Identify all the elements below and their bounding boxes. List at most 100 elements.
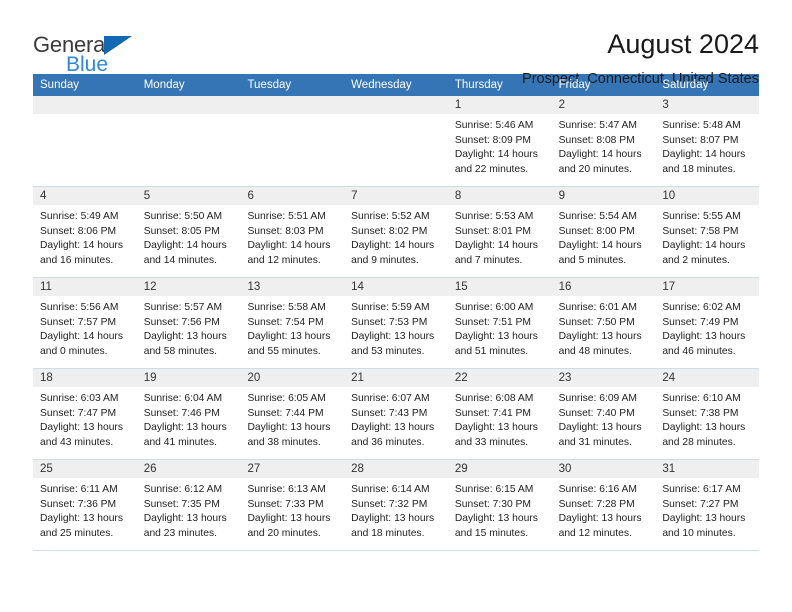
day-number: 30	[551, 460, 656, 478]
day-sun-info: Sunrise: 5:57 AM Sunset: 7:56 PM Daylight:…	[137, 296, 241, 365]
calendar-day-cell[interactable]: 22 Sunrise: 6:08 AM Sunset: 7:41 PM Dayligh…	[447, 369, 552, 459]
daylight-text-line1: Daylight: 13 hours	[351, 513, 435, 525]
generalblue-logo[interactable]: General Blue	[33, 30, 153, 76]
calendar-day-cell[interactable]: 10 Sunrise: 5:55 AM Sunset: 7:58 PM Dayligh…	[655, 187, 760, 277]
daylight-text-line1: Daylight: 13 hours	[351, 422, 435, 434]
daylight-text-line2: and 41 minutes.	[143, 436, 217, 448]
daylight-text-line1: Daylight: 13 hours	[143, 422, 227, 434]
calendar-day-cell[interactable]: 6 Sunrise: 5:51 AM Sunset: 8:03 PM Daylight…	[240, 187, 345, 277]
daylight-text-line2: and 36 minutes.	[351, 436, 425, 448]
daylight-text-line1: Daylight: 13 hours	[143, 331, 227, 343]
sunrise-text: Sunrise: 5:56 AM	[40, 302, 119, 313]
calendar-day-cell[interactable]: 4 Sunrise: 5:49 AM Sunset: 8:06 PM Daylight…	[33, 187, 137, 277]
calendar-day-cell[interactable]: 31 Sunrise: 6:17 AM Sunset: 7:27 PM Dayligh…	[655, 460, 760, 550]
calendar-day-cell[interactable]: 19 Sunrise: 6:04 AM Sunset: 7:46 PM Dayligh…	[136, 369, 241, 459]
day-number: 5	[136, 187, 241, 205]
calendar-week-row: 18 Sunrise: 6:03 AM Sunset: 7:47 PM Dayligh…	[33, 369, 760, 460]
calendar-day-cell[interactable]: 30 Sunrise: 6:16 AM Sunset: 7:28 PM Dayligh…	[551, 460, 656, 550]
weekday-header-friday: Friday	[558, 79, 591, 91]
day-number: 10	[655, 187, 760, 205]
calendar-day-cell[interactable]: 20 Sunrise: 6:05 AM Sunset: 7:44 PM Dayligh…	[240, 369, 345, 459]
sunset-text: Sunset: 8:07 PM	[662, 134, 739, 146]
daylight-text-line1: Daylight: 14 hours	[40, 331, 123, 343]
sunrise-text: Sunrise: 5:52 AM	[351, 211, 430, 222]
sunset-text: Sunset: 7:50 PM	[558, 316, 635, 328]
daylight-text-line1: Daylight: 14 hours	[454, 149, 538, 161]
calendar-day-cell[interactable]: 12 Sunrise: 5:57 AM Sunset: 7:56 PM Dayligh…	[136, 278, 241, 368]
sunset-text: Sunset: 7:51 PM	[454, 316, 532, 328]
day-sun-info: Sunrise: 5:59 AM Sunset: 7:53 PM Daylight:…	[344, 296, 448, 365]
calendar-day-cell[interactable]: 24 Sunrise: 6:10 AM Sunset: 7:38 PM Dayligh…	[655, 369, 760, 459]
day-sun-info: Sunrise: 5:47 AM Sunset: 8:08 PM Daylight:…	[552, 114, 656, 183]
day-number: 25	[33, 460, 137, 478]
calendar-day-cell[interactable]: 13 Sunrise: 5:58 AM Sunset: 7:54 PM Dayligh…	[240, 278, 345, 368]
sunrise-text: Sunrise: 6:02 AM	[662, 302, 741, 313]
calendar-day-cell[interactable]: 15 Sunrise: 6:00 AM Sunset: 7:51 PM Dayligh…	[447, 278, 552, 368]
day-sun-info: Sunrise: 5:53 AM Sunset: 8:01 PM Daylight:…	[448, 205, 552, 274]
calendar-week-row: 11 Sunrise: 5:56 AM Sunset: 7:57 PM Dayligh…	[33, 278, 760, 369]
daylight-text-line1: Daylight: 13 hours	[454, 513, 538, 525]
daylight-text-line2: and 15 minutes.	[454, 527, 529, 539]
sunset-text: Sunset: 7:38 PM	[662, 407, 739, 419]
day-number: 26	[136, 460, 241, 478]
sunset-text: Sunset: 7:44 PM	[247, 407, 324, 419]
page-header: General Blue August 2024 Prospect, Conne…	[0, 0, 792, 88]
calendar-weeks: 1 Sunrise: 5:46 AM Sunset: 8:09 PM Daylight…	[33, 96, 760, 551]
day-number	[240, 96, 345, 114]
daylight-text-line2: and 28 minutes.	[662, 436, 736, 448]
weekday-header-wednesday: Wednesday	[351, 79, 412, 91]
calendar-day-cell[interactable]: 5 Sunrise: 5:50 AM Sunset: 8:05 PM Daylight…	[136, 187, 241, 277]
day-sun-info: Sunrise: 6:13 AM Sunset: 7:33 PM Daylight:…	[240, 478, 344, 547]
sunset-text: Sunset: 8:08 PM	[558, 134, 635, 146]
calendar-day-cell[interactable]: 14 Sunrise: 5:59 AM Sunset: 7:53 PM Dayligh…	[344, 278, 448, 368]
daylight-text-line2: and 58 minutes.	[143, 345, 217, 357]
sunset-text: Sunset: 8:03 PM	[247, 225, 324, 237]
day-sun-info: Sunrise: 6:14 AM Sunset: 7:32 PM Daylight:…	[344, 478, 448, 547]
sunrise-text: Sunrise: 5:47 AM	[558, 120, 638, 131]
daylight-text-line1: Daylight: 13 hours	[247, 422, 331, 434]
sunset-text: Sunset: 8:02 PM	[351, 225, 428, 237]
calendar-day-cell[interactable]: 1 Sunrise: 5:46 AM Sunset: 8:09 PM Daylight…	[447, 96, 552, 186]
page-title: August 2024	[607, 29, 759, 59]
daylight-text-line2: and 14 minutes.	[143, 254, 217, 266]
calendar-day-cell[interactable]: 9 Sunrise: 5:54 AM Sunset: 8:00 PM Daylight…	[551, 187, 656, 277]
calendar-day-cell[interactable]: 26 Sunrise: 6:12 AM Sunset: 7:35 PM Dayligh…	[136, 460, 241, 550]
calendar-day-cell[interactable]: 25 Sunrise: 6:11 AM Sunset: 7:36 PM Dayligh…	[33, 460, 137, 550]
sunset-text: Sunset: 7:28 PM	[558, 498, 635, 510]
weekday-header-saturday: Saturday	[662, 79, 709, 91]
daylight-text-line2: and 48 minutes.	[558, 345, 632, 357]
day-number: 27	[240, 460, 345, 478]
sunset-text: Sunset: 7:57 PM	[40, 316, 117, 328]
weekday-header-monday: Monday	[143, 79, 185, 91]
day-number: 4	[33, 187, 137, 205]
calendar-day-cell[interactable]: 2 Sunrise: 5:47 AM Sunset: 8:08 PM Daylight…	[551, 96, 656, 186]
day-number: 20	[240, 369, 345, 387]
calendar-day-cell[interactable]: 18 Sunrise: 6:03 AM Sunset: 7:47 PM Dayligh…	[33, 369, 137, 459]
calendar-day-cell[interactable]: 21 Sunrise: 6:07 AM Sunset: 7:43 PM Dayligh…	[344, 369, 448, 459]
calendar-day-cell[interactable]: 8 Sunrise: 5:53 AM Sunset: 8:01 PM Daylight…	[447, 187, 552, 277]
sunset-text: Sunset: 7:58 PM	[662, 225, 739, 237]
daylight-text-line1: Daylight: 14 hours	[662, 240, 746, 252]
calendar-day-cell[interactable]: 17 Sunrise: 6:02 AM Sunset: 7:49 PM Dayligh…	[655, 278, 760, 368]
calendar-day-cell[interactable]: 11 Sunrise: 5:56 AM Sunset: 7:57 PM Dayligh…	[33, 278, 137, 368]
sunrise-text: Sunrise: 5:57 AM	[143, 302, 223, 313]
sunset-text: Sunset: 7:32 PM	[351, 498, 428, 510]
daylight-text-line2: and 55 minutes.	[247, 345, 321, 357]
calendar-day-cell[interactable]: 29 Sunrise: 6:15 AM Sunset: 7:30 PM Dayligh…	[447, 460, 552, 550]
daylight-text-line2: and 38 minutes.	[247, 436, 321, 448]
sunset-text: Sunset: 8:06 PM	[40, 225, 117, 237]
daylight-text-line1: Daylight: 14 hours	[558, 149, 642, 161]
calendar-day-cell[interactable]: 28 Sunrise: 6:14 AM Sunset: 7:32 PM Dayligh…	[344, 460, 448, 550]
calendar-day-cell[interactable]: 23 Sunrise: 6:09 AM Sunset: 7:40 PM Dayligh…	[551, 369, 656, 459]
daylight-text-line1: Daylight: 13 hours	[662, 331, 746, 343]
calendar-day-cell[interactable]: 3 Sunrise: 5:48 AM Sunset: 8:07 PM Daylight…	[655, 96, 760, 186]
calendar-day-cell[interactable]: 16 Sunrise: 6:01 AM Sunset: 7:50 PM Dayligh…	[551, 278, 656, 368]
day-number: 16	[551, 278, 656, 296]
daylight-text-line1: Daylight: 14 hours	[558, 240, 642, 252]
day-sun-info: Sunrise: 5:51 AM Sunset: 8:03 PM Daylight:…	[240, 205, 344, 274]
calendar-day-cell[interactable]: 27 Sunrise: 6:13 AM Sunset: 7:33 PM Dayligh…	[240, 460, 345, 550]
calendar-day-cell[interactable]: 7 Sunrise: 5:52 AM Sunset: 8:02 PM Daylight…	[344, 187, 448, 277]
daylight-text-line2: and 51 minutes.	[454, 345, 529, 357]
daylight-text-line2: and 10 minutes.	[662, 527, 736, 539]
sunrise-text: Sunrise: 6:15 AM	[454, 484, 534, 495]
